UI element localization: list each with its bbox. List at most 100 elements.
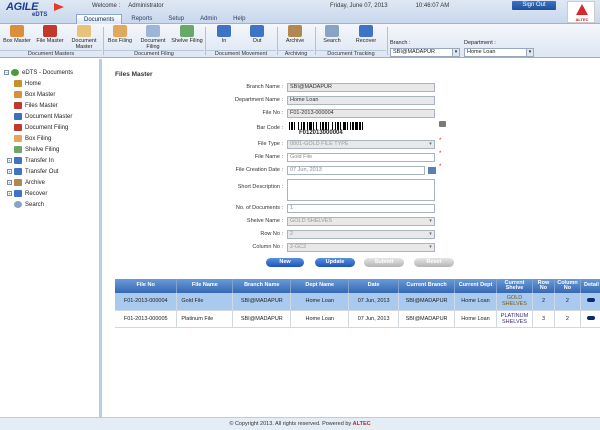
tree-root[interactable]: − eDTS - Documents <box>4 68 73 77</box>
document-master-button[interactable]: Document Master <box>67 25 101 50</box>
files-table: File No File Name Branch Name Dept Name … <box>115 279 600 328</box>
tab-admin[interactable]: Admin <box>193 14 224 24</box>
col-date[interactable]: Date <box>348 279 400 293</box>
col-current-dept[interactable]: Current Dept <box>454 279 497 293</box>
shelve-name-select[interactable]: GOLD SHELVES ▾ <box>287 217 435 226</box>
document-icon <box>14 113 22 120</box>
box-filing-button[interactable]: Box Filing <box>105 25 135 49</box>
altec-logo: ALTEC <box>567 1 595 23</box>
sidebar-item-archive[interactable]: + Archive <box>7 178 45 187</box>
file-no-field[interactable]: F01-2013-000004 <box>287 109 435 118</box>
col-row-no[interactable]: Row No <box>532 279 555 293</box>
barcode-text: F012013000004 <box>299 130 343 136</box>
table-row[interactable]: F01-2013-000005 Platinum File SBI@MADAPU… <box>115 310 600 328</box>
short-description-textarea[interactable] <box>287 179 435 201</box>
column-no-select[interactable]: 2-GC2 ▾ <box>287 243 435 252</box>
group-document-filing: Document Filing <box>104 50 204 57</box>
printer-icon <box>439 120 446 127</box>
col-branch-name[interactable]: Branch Name <box>232 279 292 293</box>
search-icon <box>325 25 339 37</box>
branch-select-group: Branch : SBI@MADAPUR ▾ <box>390 40 465 57</box>
required-marker: * <box>439 138 442 144</box>
table-row[interactable]: F01-2013-000004 Gold File SBI@MADAPUR Ho… <box>115 293 600 311</box>
tab-reports[interactable]: Reports <box>124 14 159 24</box>
branch-select-label: Branch : <box>390 40 411 46</box>
file-master-button[interactable]: File Master <box>34 25 66 49</box>
detail-icon[interactable] <box>587 315 596 320</box>
expand-icon[interactable]: + <box>7 191 12 196</box>
page-title: Files Master <box>115 71 153 78</box>
menu-tabs: Documents Reports Setup Admin Help <box>76 14 252 24</box>
group-document-movement: Document Movement <box>206 50 276 57</box>
expand-icon[interactable]: + <box>7 158 12 163</box>
sidebar-item-transfer-in[interactable]: + Transfer In <box>7 156 54 165</box>
datetime: Friday, June 07, 2013 10:46:07 AM <box>330 3 449 9</box>
altec-triangle-icon <box>576 4 588 15</box>
sidebar-item-document-master[interactable]: Document Master <box>14 112 72 121</box>
sidebar-item-box-master[interactable]: Box Master <box>14 90 55 99</box>
table-header-row: File No File Name Branch Name Dept Name … <box>115 279 600 293</box>
print-icon[interactable] <box>439 119 449 128</box>
sidebar-item-transfer-out[interactable]: + Transfer Out <box>7 167 58 176</box>
file-name-input[interactable]: Gold File <box>287 153 435 162</box>
col-detail[interactable]: Detail <box>580 279 600 293</box>
expand-icon[interactable]: + <box>7 169 12 174</box>
shelve-icon <box>180 25 194 37</box>
footer-brand-link[interactable]: ALTEC <box>353 421 371 427</box>
col-file-name[interactable]: File Name <box>176 279 234 293</box>
col-current-shelve[interactable]: Current Shelve <box>496 279 533 293</box>
archive-icon <box>14 179 22 186</box>
recover-button[interactable]: Recover <box>352 25 380 49</box>
collapse-icon[interactable]: − <box>4 70 9 75</box>
transfer-in-button[interactable]: In <box>212 25 236 49</box>
tab-help[interactable]: Help <box>226 14 252 24</box>
new-button[interactable]: New <box>266 258 304 267</box>
sidebar-tree: − eDTS - Documents Home Box Master Files… <box>0 59 102 417</box>
update-button[interactable]: Update <box>315 258 355 267</box>
expand-icon[interactable]: + <box>7 180 12 185</box>
col-dept-name[interactable]: Dept Name <box>290 279 350 293</box>
document-filing-button[interactable]: Document Filing <box>137 25 169 50</box>
sidebar-item-home[interactable]: Home <box>14 79 41 88</box>
chevron-down-icon: ▾ <box>429 218 432 224</box>
tab-setup[interactable]: Setup <box>161 14 191 24</box>
row-no-select[interactable]: 2 ▾ <box>287 230 435 239</box>
box-master-button[interactable]: Box Master <box>1 25 33 49</box>
col-column-no[interactable]: Column No <box>554 279 581 293</box>
department-select-group: Department : Home Loan ▾ <box>464 40 539 57</box>
sidebar-item-search[interactable]: Search <box>14 200 44 209</box>
detail-icon[interactable] <box>587 298 596 303</box>
transfer-out-button[interactable]: Out <box>245 25 269 49</box>
reset-button[interactable]: Reset <box>414 258 454 267</box>
file-type-select[interactable]: 0001-GOLD FILE TYPE ▾ <box>287 140 435 149</box>
sidebar-item-shelve-filing[interactable]: Shelve Filing <box>14 145 59 154</box>
branch-name-field[interactable]: SBI@MADAPUR <box>287 83 435 92</box>
recover-icon <box>359 25 373 37</box>
sidebar-item-files-master[interactable]: Files Master <box>14 101 58 110</box>
box-filing-icon <box>14 135 22 142</box>
col-file-no[interactable]: File No <box>115 279 178 293</box>
sidebar-item-document-filing[interactable]: Document Filing <box>14 123 68 132</box>
sidebar-item-box-filing[interactable]: Box Filing <box>14 134 51 143</box>
globe-icon <box>11 69 19 76</box>
signout-button[interactable]: Sign Out <box>512 1 556 10</box>
branch-select[interactable]: SBI@MADAPUR ▾ <box>390 48 460 57</box>
search-button[interactable]: Search <box>319 25 345 49</box>
group-document-tracking: Document Tracking <box>316 50 386 57</box>
col-current-branch[interactable]: Current Branch <box>398 279 456 293</box>
current-date: Friday, June 07, 2013 <box>330 3 388 9</box>
calendar-icon[interactable] <box>428 167 436 174</box>
arrow-right-icon <box>250 25 264 37</box>
chevron-down-icon: ▾ <box>526 49 533 56</box>
sidebar-item-recover[interactable]: + Recover <box>7 189 47 198</box>
no-of-documents-input[interactable]: 1 <box>287 204 435 213</box>
department-select[interactable]: Home Loan ▾ <box>464 48 534 57</box>
archive-button[interactable]: Archive <box>282 25 308 49</box>
chevron-down-icon: ▾ <box>429 231 432 237</box>
department-name-field[interactable]: Home Loan <box>287 96 435 105</box>
submit-button[interactable]: Submit <box>364 258 404 267</box>
tab-documents[interactable]: Documents <box>76 14 123 24</box>
file-creation-date-input[interactable]: 07 Jun, 2013 <box>287 166 425 175</box>
chevron-down-icon: ▾ <box>429 244 432 250</box>
shelve-filing-button[interactable]: Shelve Filing <box>171 25 203 49</box>
